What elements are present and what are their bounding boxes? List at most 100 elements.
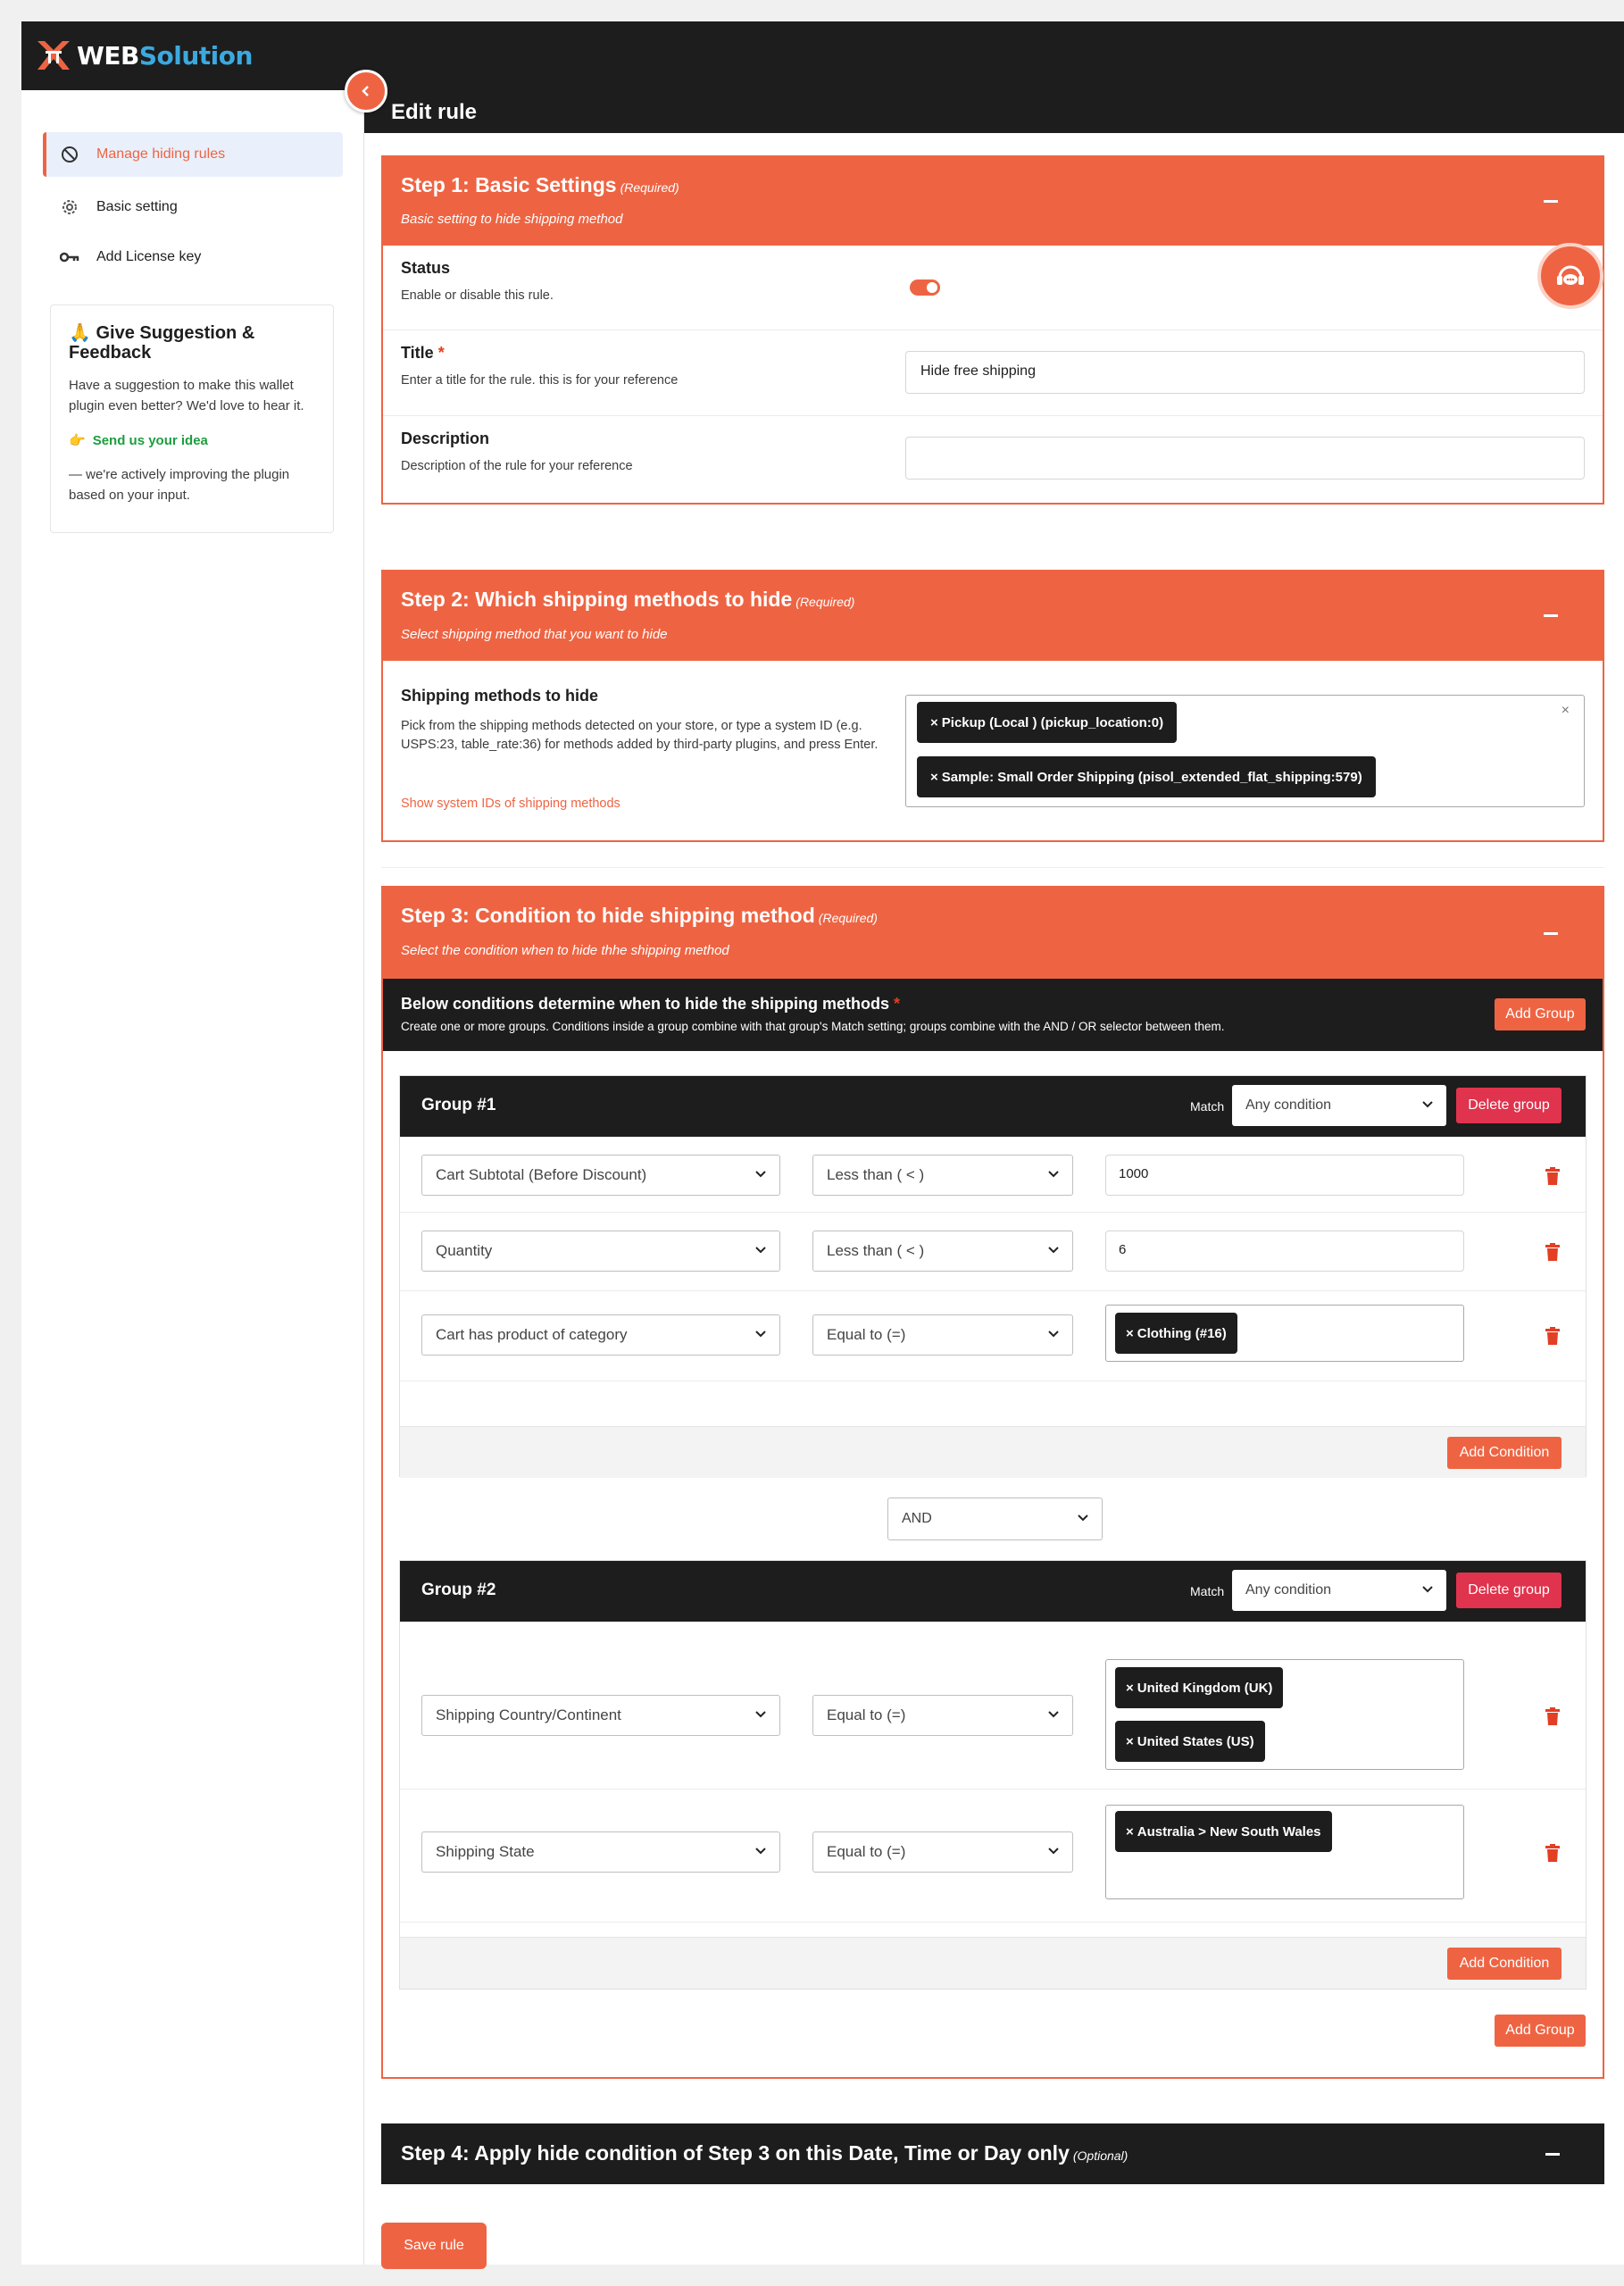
step2-header[interactable]: Step 2: Which shipping methods to hide (R… — [383, 572, 1603, 661]
condition-row: Cart has product of category Equal to (=… — [400, 1291, 1586, 1381]
remove-icon: × — [1126, 1680, 1134, 1696]
top-bar: WEBSolution — [21, 21, 1624, 90]
shipping-method-chip[interactable]: × Pickup (Local ) (pickup_location:0) — [917, 702, 1178, 743]
trash-icon[interactable] — [1545, 1844, 1561, 1862]
pointing-emoji-icon: 👉 — [69, 433, 86, 448]
chevron-down-icon — [755, 1171, 766, 1178]
step2-panel: Step 2: Which shipping methods to hide (R… — [381, 570, 1604, 842]
condition-value-input[interactable]: 1000 — [1105, 1155, 1464, 1196]
add-group-button[interactable]: Add Group — [1495, 998, 1586, 1030]
trash-icon[interactable] — [1545, 1243, 1561, 1261]
feedback-title: 🙏 Give Suggestion & Feedback — [69, 323, 255, 363]
shipping-method-chip[interactable]: × Sample: Small Order Shipping (pisol_ext… — [917, 756, 1376, 797]
page-title: Edit rule — [391, 100, 478, 124]
condition-row: Quantity Less than ( < ) 6 — [400, 1213, 1586, 1291]
collapse-minus-icon[interactable] — [1544, 932, 1558, 935]
description-label: Description — [401, 430, 490, 447]
value-chip[interactable]: × Australia > New South Wales — [1115, 1811, 1332, 1852]
status-label: Status — [401, 259, 451, 277]
delete-group-button[interactable]: Delete group — [1456, 1573, 1562, 1608]
value-chip[interactable]: × United States (US) — [1115, 1721, 1265, 1762]
condition-row: Shipping Country/Continent Equal to (=) … — [400, 1622, 1586, 1790]
value-chip[interactable]: × Clothing (#16) — [1115, 1313, 1237, 1354]
condition-operator-select[interactable]: Equal to (=) — [812, 1831, 1073, 1873]
sidebar-item-label: Add License key — [96, 249, 202, 264]
sidebar-item-label: Basic setting — [96, 199, 178, 214]
step4-title: Step 4: Apply hide condition of Step 3 o… — [401, 2141, 1070, 2165]
condition-field-select[interactable]: Shipping State — [421, 1831, 780, 1873]
condition-value-select[interactable]: × United Kingdom (UK) × United States (US) — [1105, 1659, 1464, 1770]
collapse-minus-icon[interactable] — [1545, 2153, 1560, 2156]
condition-value-select[interactable]: × Australia > New South Wales — [1105, 1805, 1464, 1899]
match-label: Match — [1190, 1099, 1225, 1114]
condition-row: Cart Subtotal (Before Discount) Less tha… — [400, 1137, 1586, 1213]
step3-header[interactable]: Step 3: Condition to hide shipping metho… — [383, 888, 1603, 979]
add-condition-button[interactable]: Add Condition — [1447, 1948, 1562, 1980]
step2-title: Step 2: Which shipping methods to hide — [401, 588, 793, 611]
feedback-text: Have a suggestion to make this wallet pl… — [69, 378, 304, 413]
step1-header[interactable]: Step 1: Basic Settings (Required) Basic s… — [383, 157, 1603, 246]
condition-operator-select[interactable]: Equal to (=) — [812, 1314, 1073, 1356]
send-idea-link[interactable]: 👉 Send us your idea — [69, 432, 315, 449]
step4-panel[interactable]: Step 4: Apply hide condition of Step 3 o… — [381, 2123, 1604, 2184]
description-input[interactable] — [905, 437, 1585, 480]
remove-icon: × — [930, 714, 938, 730]
trash-icon[interactable] — [1545, 1707, 1561, 1725]
title-row: Title * Enter a title for the rule. this… — [383, 330, 1603, 416]
section-divider — [381, 867, 1604, 868]
title-label: Title * — [401, 344, 445, 362]
chevron-down-icon — [1048, 1848, 1059, 1855]
add-group-bottom-button[interactable]: Add Group — [1495, 2015, 1586, 2047]
condition-operator-select[interactable]: Less than ( < ) — [812, 1155, 1073, 1196]
show-system-ids-link[interactable]: Show system IDs of shipping methods — [401, 797, 620, 811]
condition-value-select[interactable]: × Clothing (#16) — [1105, 1305, 1464, 1362]
brand-solution: Solution — [138, 40, 254, 71]
condition-value-input[interactable]: 6 — [1105, 1231, 1464, 1272]
sidebar-item-basic-setting[interactable]: Basic setting — [43, 185, 343, 229]
trash-icon[interactable] — [1545, 1167, 1561, 1185]
collapse-minus-icon[interactable] — [1544, 200, 1558, 203]
sidebar: Manage hiding rules Basic setting Add Li… — [21, 90, 364, 2265]
step1-subtitle: Basic setting to hide shipping method — [401, 212, 623, 227]
title-input[interactable]: Hide free shipping — [905, 351, 1585, 394]
chevron-down-icon — [755, 1331, 766, 1338]
value-chip[interactable]: × United Kingdom (UK) — [1115, 1667, 1284, 1708]
headset-chat-icon — [1557, 265, 1584, 285]
brand-logo: WEBSolution — [34, 36, 253, 75]
group-match-select[interactable]: Any condition — [1232, 1085, 1446, 1126]
remove-icon: × — [1126, 1823, 1134, 1840]
condition-field-select[interactable]: Cart has product of category — [421, 1314, 780, 1356]
group-title: Group #1 — [421, 1096, 496, 1114]
condition-field-select[interactable]: Shipping Country/Continent — [421, 1695, 780, 1736]
sidebar-item-add-license-key[interactable]: Add License key — [43, 235, 343, 279]
shipping-methods-select[interactable]: × Pickup (Local ) (pickup_location:0) × Sa… — [905, 695, 1585, 807]
group-connector-select[interactable]: AND — [887, 1498, 1103, 1540]
collapse-sidebar-button[interactable] — [345, 70, 387, 113]
chevron-down-icon — [1078, 1514, 1088, 1522]
key-icon — [59, 246, 80, 268]
condition-group-2: Group #2 Match Any condition Delete grou… — [399, 1560, 1587, 1990]
condition-field-select[interactable]: Quantity — [421, 1231, 780, 1272]
collapse-minus-icon[interactable] — [1544, 614, 1558, 617]
clear-all-icon[interactable]: × — [1562, 703, 1570, 719]
condition-field-select[interactable]: Cart Subtotal (Before Discount) — [421, 1155, 780, 1196]
status-toggle[interactable] — [910, 279, 940, 296]
group-header: Group #1 Match Any condition Delete grou… — [400, 1076, 1586, 1137]
condition-operator-select[interactable]: Less than ( < ) — [812, 1231, 1073, 1272]
page-title-bar: Edit rule — [364, 90, 1624, 133]
condition-operator-select[interactable]: Equal to (=) — [812, 1695, 1073, 1736]
add-condition-button[interactable]: Add Condition — [1447, 1437, 1562, 1469]
step3-subtitle: Select the condition when to hide thhe s… — [401, 943, 729, 958]
brand-web: WEB — [77, 40, 139, 71]
conditions-header: Below conditions determine when to hide … — [383, 979, 1603, 1051]
group-match-select[interactable]: Any condition — [1232, 1570, 1446, 1611]
step3-panel: Step 3: Condition to hide shipping metho… — [381, 886, 1604, 2079]
pray-emoji-icon: 🙏 — [69, 323, 91, 343]
save-rule-button[interactable]: Save rule — [381, 2223, 487, 2269]
support-chat-button[interactable] — [1537, 243, 1603, 309]
delete-group-button[interactable]: Delete group — [1456, 1088, 1562, 1123]
trash-icon[interactable] — [1545, 1327, 1561, 1345]
shipping-methods-label: Shipping methods to hide — [401, 687, 598, 705]
sidebar-item-manage-hiding-rules[interactable]: Manage hiding rules — [43, 132, 343, 177]
step3-title: Step 3: Condition to hide shipping metho… — [401, 904, 815, 927]
